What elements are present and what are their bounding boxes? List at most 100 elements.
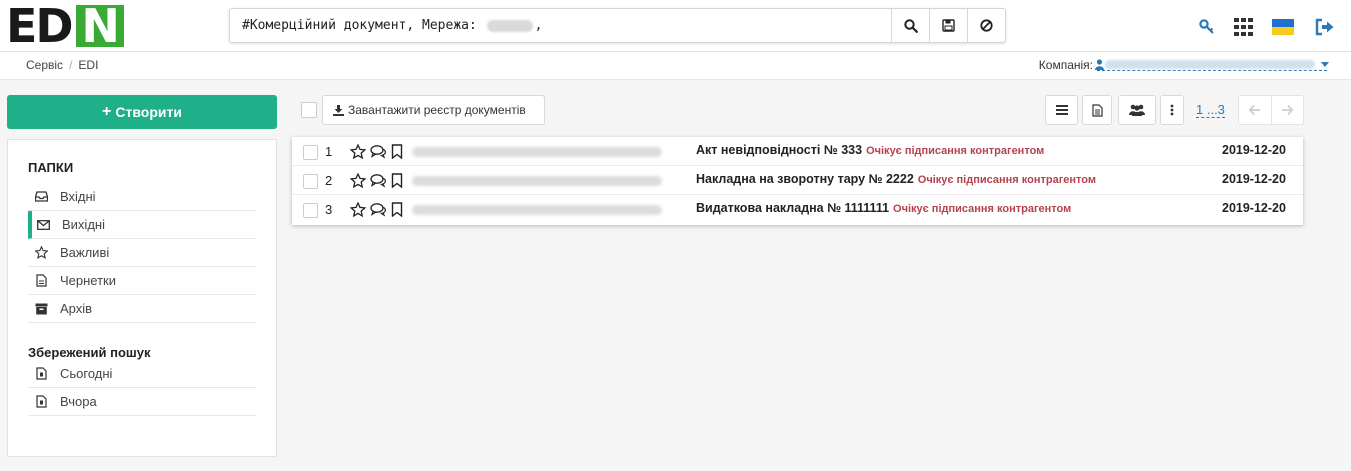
document-id-redacted bbox=[412, 205, 662, 215]
document-title: Видаткова накладна № 1111111 bbox=[696, 201, 890, 215]
search-icon bbox=[903, 18, 918, 33]
save-search-button[interactable] bbox=[929, 9, 967, 42]
comments-icon[interactable] bbox=[370, 144, 387, 159]
star-icon bbox=[34, 246, 48, 260]
search-query-redacted bbox=[486, 19, 533, 32]
plus-icon: + bbox=[102, 103, 112, 120]
bookmark-icon[interactable] bbox=[391, 202, 403, 217]
breadcrumb-item-service[interactable]: Сервіс bbox=[26, 58, 63, 72]
row-actions bbox=[350, 144, 403, 159]
partners-button[interactable] bbox=[1118, 95, 1156, 125]
document-title-line[interactable]: Акт невідповідності № 333 Очікує підписан… bbox=[696, 143, 1044, 157]
search-query-suffix: , bbox=[534, 18, 543, 33]
saved-search-title: Збережений пошук bbox=[28, 345, 151, 360]
upload-registry-label: Завантажити реєстр документів bbox=[348, 103, 526, 117]
logout-icon[interactable] bbox=[1314, 16, 1336, 38]
document-title: Акт невідповідності № 333 bbox=[696, 143, 863, 157]
breadcrumb-bar: Сервіс / EDI Компанія: bbox=[0, 52, 1351, 80]
folder-label: Архів bbox=[60, 301, 93, 316]
bookmark-icon[interactable] bbox=[391, 144, 403, 159]
search-bar: #Комерційний документ, Мережа: , bbox=[229, 8, 1006, 43]
row-number: 1 bbox=[325, 144, 333, 159]
inbox-icon bbox=[34, 190, 48, 204]
saved-search-yesterday[interactable]: Вчора bbox=[28, 388, 256, 416]
document-id-redacted bbox=[412, 176, 662, 186]
comments-icon[interactable] bbox=[370, 173, 387, 188]
documents-table: 1 Акт невідповідності № 333 Очікує підпис… bbox=[292, 137, 1303, 225]
folder-label: Вихідні bbox=[62, 217, 105, 232]
document-title-line[interactable]: Видаткова накладна № 1111111 Очікує підпи… bbox=[696, 201, 1071, 215]
pagination-nav bbox=[1238, 95, 1304, 125]
table-row[interactable]: 3 Видаткова накладна № 1111111 Очікує під… bbox=[292, 195, 1303, 224]
table-row[interactable]: 2 Накладна на зворотну тару № 2222 Очікує… bbox=[292, 166, 1303, 195]
saved-search-label: Сьогодні bbox=[60, 366, 113, 381]
key-icon[interactable] bbox=[1196, 16, 1218, 38]
select-all-checkbox[interactable] bbox=[301, 102, 317, 118]
create-button-label: Створити bbox=[115, 104, 182, 120]
star-icon[interactable] bbox=[350, 202, 366, 217]
folder-item-outbox[interactable]: Вихідні bbox=[28, 211, 256, 239]
apps-grid-icon[interactable] bbox=[1233, 16, 1255, 38]
document-date: 2019-12-20 bbox=[1222, 201, 1286, 215]
saved-search-icon bbox=[34, 395, 48, 409]
folders-title: ПАПКИ bbox=[28, 160, 74, 175]
row-checkbox[interactable] bbox=[303, 203, 318, 218]
star-icon[interactable] bbox=[350, 144, 366, 159]
folder-item-inbox[interactable]: Вхідні bbox=[28, 183, 256, 211]
table-row[interactable]: 1 Акт невідповідності № 333 Очікує підпис… bbox=[292, 137, 1303, 166]
star-icon[interactable] bbox=[350, 173, 366, 188]
page-range[interactable]: 1 ...3 bbox=[1196, 103, 1225, 118]
caret-down-icon bbox=[1321, 62, 1329, 67]
row-checkbox[interactable] bbox=[303, 174, 318, 189]
floppy-icon bbox=[942, 19, 955, 32]
document-title-line[interactable]: Накладна на зворотну тару № 2222 Очікує п… bbox=[696, 172, 1096, 186]
top-header: ED N #Комерційний документ, Мережа: , bbox=[0, 0, 1351, 52]
status-badge: Очікує підписання контрагентом bbox=[917, 174, 1096, 186]
arrow-right-icon bbox=[1282, 105, 1294, 115]
prev-page-button[interactable] bbox=[1239, 96, 1272, 124]
arrow-left-icon bbox=[1248, 105, 1260, 115]
search-query-prefix: #Комерційний документ, Мережа: bbox=[242, 18, 477, 33]
row-checkbox[interactable] bbox=[303, 145, 318, 160]
saved-search-label: Вчора bbox=[60, 394, 97, 409]
envelope-icon bbox=[36, 218, 50, 232]
row-actions bbox=[350, 173, 403, 188]
ukraine-flag-icon[interactable] bbox=[1272, 16, 1294, 38]
comments-icon[interactable] bbox=[370, 202, 387, 217]
create-button[interactable]: + Створити bbox=[7, 95, 277, 129]
draft-icon bbox=[34, 274, 48, 288]
breadcrumb-item-edi[interactable]: EDI bbox=[78, 58, 98, 72]
folder-item-important[interactable]: Важливі bbox=[28, 239, 256, 267]
document-view-button[interactable] bbox=[1082, 95, 1112, 125]
folder-item-archive[interactable]: Архів bbox=[28, 295, 256, 323]
users-icon bbox=[1129, 104, 1145, 116]
search-button[interactable] bbox=[891, 9, 929, 42]
company-selector[interactable]: Компанія: bbox=[1038, 58, 1329, 72]
row-number: 2 bbox=[325, 173, 333, 188]
list-view-button[interactable] bbox=[1045, 95, 1078, 125]
clear-search-button[interactable] bbox=[967, 9, 1005, 42]
status-badge: Очікує підписання контрагентом bbox=[866, 145, 1045, 157]
breadcrumb-separator: / bbox=[69, 58, 73, 72]
search-input[interactable]: #Комерційний документ, Мережа: , bbox=[230, 9, 891, 42]
upload-registry-button[interactable]: Завантажити реєстр документів bbox=[322, 95, 545, 125]
more-options-button[interactable] bbox=[1160, 95, 1184, 125]
user-icon bbox=[1095, 59, 1104, 70]
edin-logo[interactable]: ED N bbox=[6, 3, 124, 49]
folders-panel: ПАПКИ Вхідні Вихідні Важливі Чернетки Ар… bbox=[7, 139, 277, 457]
folder-label: Чернетки bbox=[60, 273, 117, 288]
saved-search-icon bbox=[34, 367, 48, 381]
ban-icon bbox=[980, 19, 993, 32]
document-date: 2019-12-20 bbox=[1222, 143, 1286, 157]
document-id-redacted bbox=[412, 147, 662, 157]
saved-search-today[interactable]: Сьогодні bbox=[28, 360, 256, 388]
vertical-dots-icon bbox=[1170, 104, 1174, 116]
document-title: Накладна на зворотну тару № 2222 bbox=[696, 172, 914, 186]
next-page-button[interactable] bbox=[1272, 96, 1304, 124]
folder-label: Вхідні bbox=[60, 189, 96, 204]
company-label: Компанія: bbox=[1038, 58, 1093, 72]
folder-item-drafts[interactable]: Чернетки bbox=[28, 267, 256, 295]
company-name-redacted[interactable] bbox=[1095, 59, 1329, 71]
bookmark-icon[interactable] bbox=[391, 173, 403, 188]
download-icon bbox=[333, 104, 344, 116]
